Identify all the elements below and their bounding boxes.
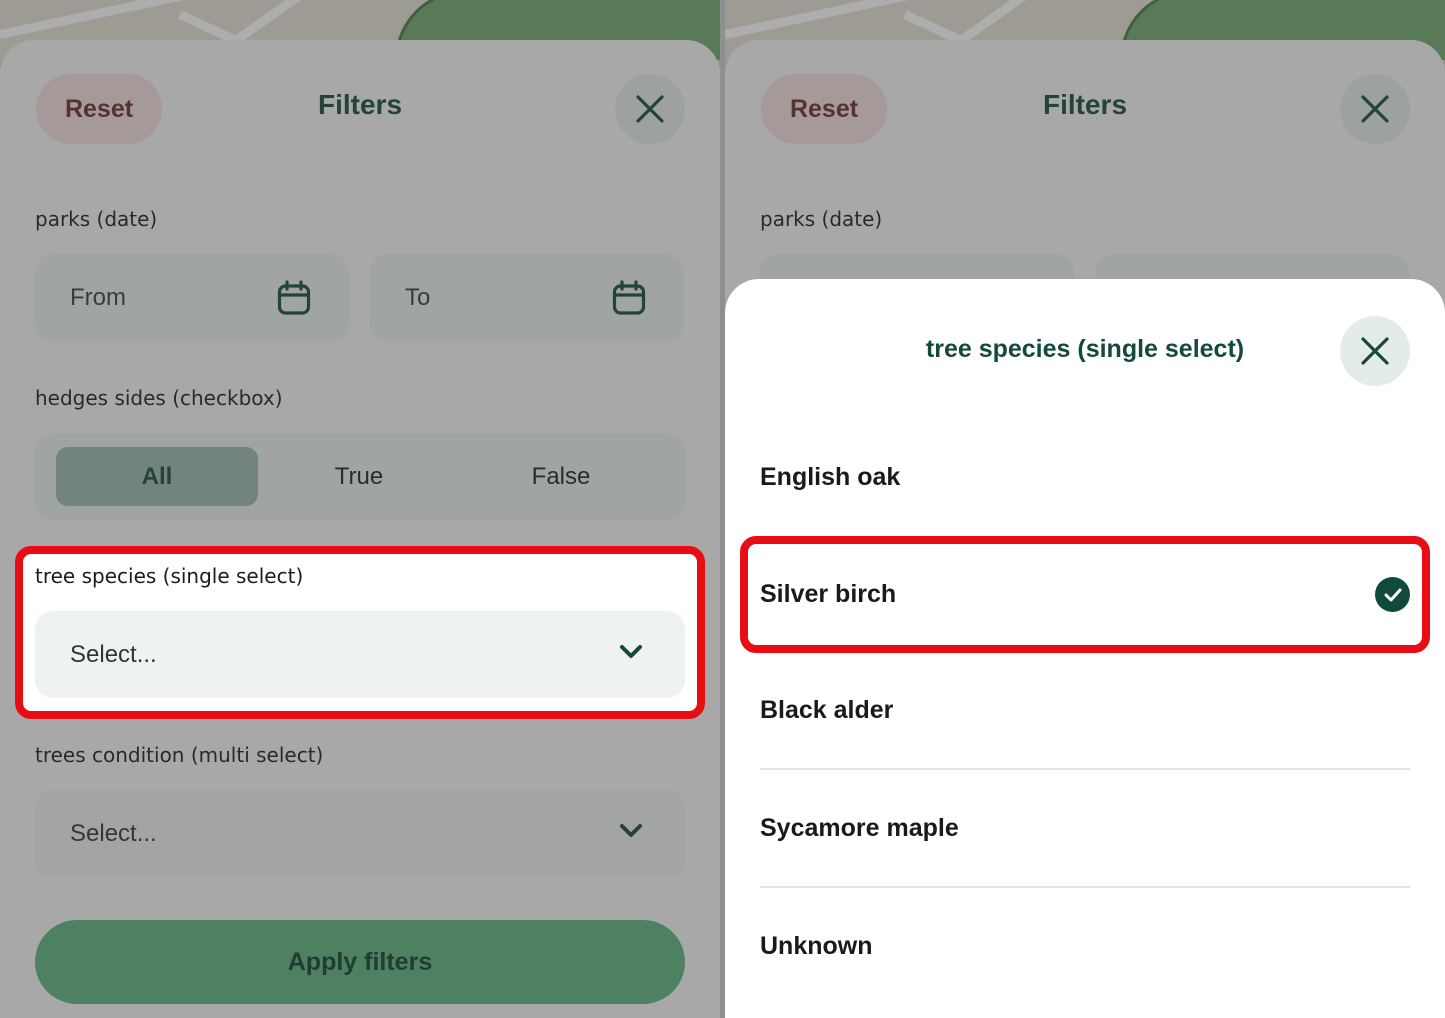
tree-species-select[interactable]: Select... (35, 611, 685, 698)
filters-screen-left: Reset Filters parks (date) From To hedge… (0, 0, 720, 1018)
dim-overlay (0, 0, 720, 1018)
option-black-alder[interactable]: Black alder (760, 653, 1410, 770)
tree-species-label: tree species (single select) (35, 564, 304, 588)
option-silver-birch[interactable]: Silver birch (760, 536, 1410, 653)
filters-screen-right: Reset Filters parks (date) tree species … (725, 0, 1445, 1018)
close-icon (1361, 337, 1389, 365)
modal-close-button[interactable] (1340, 316, 1410, 386)
option-english-oak[interactable]: English oak (760, 419, 1410, 536)
option-label: Sycamore maple (760, 814, 959, 842)
check-circle-icon (1375, 577, 1410, 612)
option-sycamore-maple[interactable]: Sycamore maple (760, 771, 1410, 888)
option-label: English oak (760, 463, 901, 491)
species-picker-modal: tree species (single select) English oak… (725, 279, 1445, 1018)
chevron-down-icon (620, 645, 642, 658)
option-label: Silver birch (760, 580, 897, 608)
modal-title: tree species (single select) (925, 335, 1245, 363)
option-label: Unknown (760, 932, 873, 960)
option-label: Black alder (760, 696, 894, 724)
tree-species-placeholder: Select... (70, 640, 157, 668)
option-unknown[interactable]: Unknown (760, 888, 1410, 1005)
